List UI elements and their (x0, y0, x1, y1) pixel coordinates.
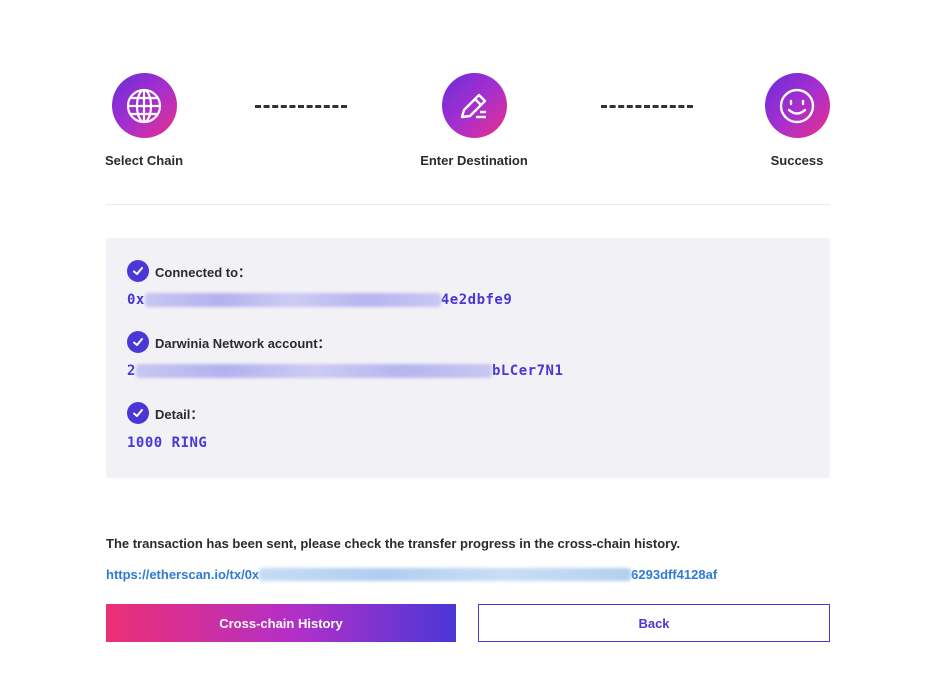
step-select-chain: Select Chain (74, 73, 214, 168)
step-connector (601, 105, 693, 108)
account-address: 2 bLCer7N1 (127, 363, 563, 379)
check-icon (127, 402, 149, 424)
detail-heading: Detail： (127, 402, 203, 424)
edit-icon (460, 93, 487, 118)
connected-title: Connected to： (155, 264, 252, 280)
account-heading: Darwinia Network account： (127, 331, 331, 353)
transaction-details-panel: Connected to： 0x 4e2dbfe9 Darwinia Netwo… (106, 238, 830, 478)
step-circle (111, 73, 177, 138)
redacted-hash (259, 568, 632, 581)
account-title: Darwinia Network account： (155, 335, 331, 351)
step-label: Success (770, 153, 824, 168)
step-connector (255, 105, 347, 108)
globe-icon (126, 88, 162, 123)
link-prefix: https://etherscan.io/tx/0x (106, 567, 260, 582)
address-suffix: 4e2dbfe9 (440, 292, 513, 308)
connected-address: 0x 4e2dbfe9 (127, 292, 512, 308)
step-label: Enter Destination (420, 153, 528, 168)
redacted-account (135, 364, 492, 378)
etherscan-tx-link[interactable]: https://etherscan.io/tx/0x 6293dff4128af (106, 567, 717, 582)
detail-amount: 1000 RING (127, 435, 208, 451)
step-success: Success (727, 73, 867, 168)
cross-chain-history-button[interactable]: Cross-chain History (106, 604, 456, 642)
account-suffix: bLCer7N1 (491, 363, 564, 379)
check-icon (127, 260, 149, 282)
divider (106, 204, 830, 205)
step-circle (764, 73, 830, 138)
status-message: The transaction has been sent, please ch… (106, 536, 681, 551)
check-icon (127, 331, 149, 353)
connected-heading: Connected to： (127, 260, 251, 282)
step-circle (441, 73, 507, 138)
account-prefix: 2 (127, 363, 136, 379)
smile-icon (779, 88, 815, 123)
address-prefix: 0x (127, 292, 145, 308)
step-label: Select Chain (104, 153, 184, 168)
redacted-address (144, 293, 441, 307)
detail-title: Detail： (155, 406, 204, 422)
step-enter-destination: Enter Destination (404, 73, 544, 168)
back-button[interactable]: Back (478, 604, 830, 642)
link-suffix: 6293dff4128af (631, 567, 718, 582)
